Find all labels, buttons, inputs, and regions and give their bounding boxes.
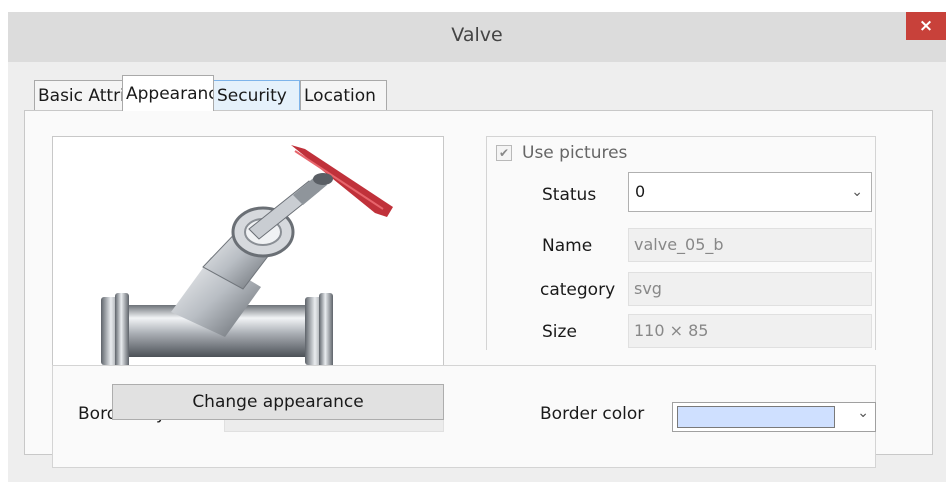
valve-image (101, 145, 393, 369)
size-label: Size (542, 322, 577, 342)
title-bar[interactable]: Valve × (8, 12, 946, 62)
category-field: svg (628, 272, 872, 306)
tab-appearance[interactable]: Appearance (122, 75, 214, 111)
change-appearance-button[interactable]: Change appearance (112, 384, 444, 420)
tab-location[interactable]: Location (300, 80, 387, 110)
use-pictures-label: Use pictures (522, 143, 628, 163)
status-value: 0 (635, 182, 646, 201)
close-icon: × (918, 16, 934, 36)
size-field: 110 × 85 (628, 314, 872, 348)
status-select[interactable]: 0 ⌄ (628, 172, 872, 212)
name-label: Name (542, 236, 593, 256)
use-pictures-checkbox[interactable]: ✔ (496, 145, 512, 161)
tab-security[interactable]: Security (213, 80, 300, 110)
border-color-label: Border color (540, 404, 645, 424)
close-button[interactable]: × (906, 12, 946, 40)
chevron-down-icon: ⌄ (851, 184, 863, 200)
tab-basic-attributes[interactable]: Basic Attributes (34, 80, 124, 110)
window-title: Valve (451, 24, 503, 46)
check-icon: ✔ (498, 146, 510, 160)
border-color-swatch (677, 406, 835, 428)
valve-preview (52, 136, 444, 372)
border-color-select[interactable]: ⌄ (672, 402, 876, 432)
status-label: Status (542, 185, 597, 205)
name-field: valve_05_b (628, 228, 872, 262)
category-label: category (540, 280, 616, 300)
chevron-down-icon: ⌄ (857, 405, 869, 421)
